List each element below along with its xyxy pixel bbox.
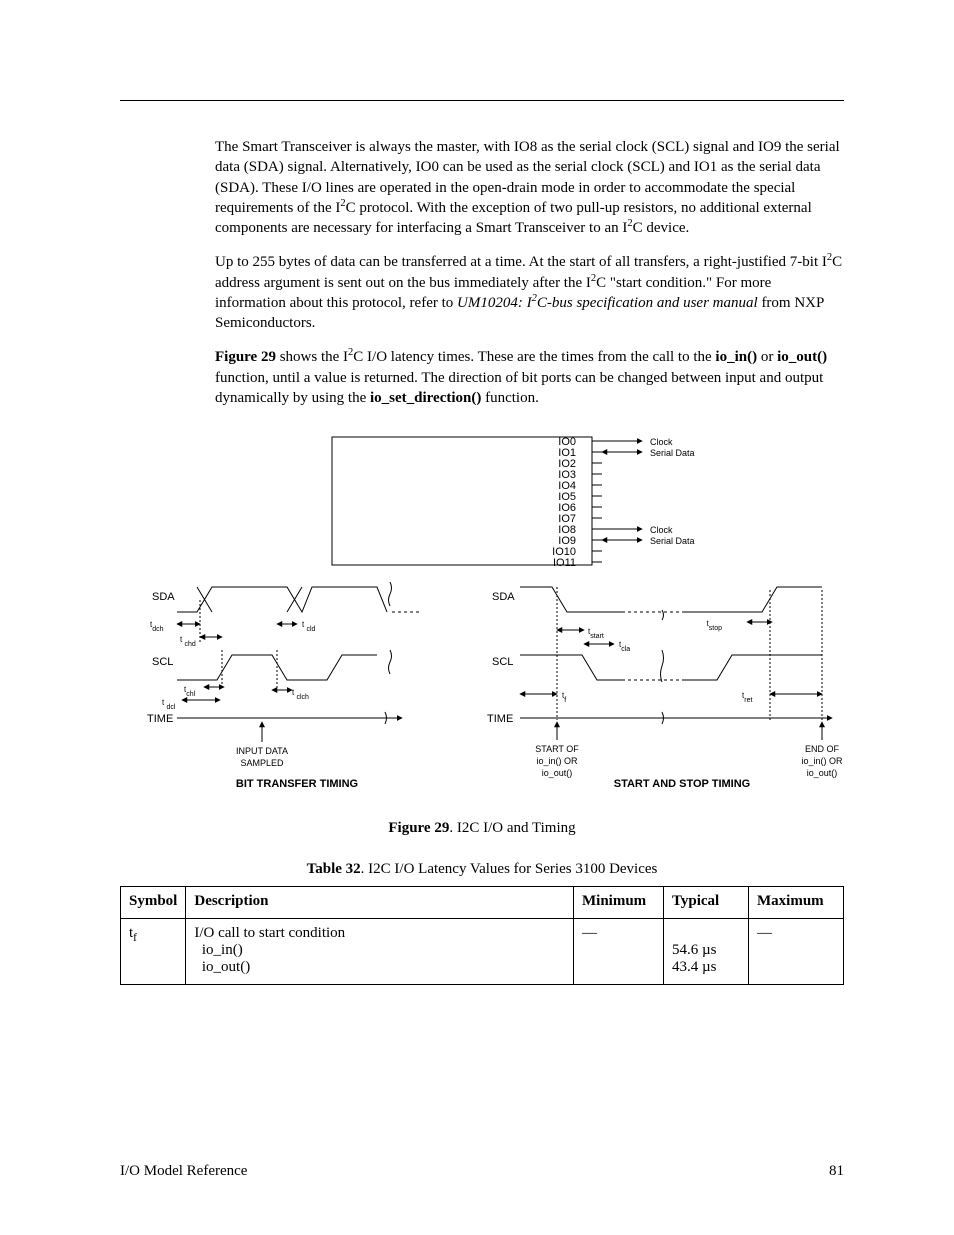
t-label: tstart: [588, 627, 604, 640]
table-label: Table 32: [307, 861, 361, 877]
bit-transfer-timing: SDA tdch t cld t chd SCL: [147, 582, 422, 790]
body-text-block: The Smart Transceiver is always the mast…: [215, 137, 844, 408]
th-description: Description: [186, 887, 574, 919]
t-label: t cld: [302, 620, 316, 633]
figure-text: . I2C I/O and Timing: [449, 820, 575, 836]
table-caption: Table 32. I2C I/O Latency Values for Ser…: [120, 861, 844, 878]
chip-block: IO0 IO1 IO2 IO3 IO4 IO5 IO6 IO7 IO8 IO9 …: [332, 436, 695, 569]
t-label: tf: [562, 691, 566, 704]
t-label: tdch: [150, 620, 164, 633]
symbol-sub: f: [133, 932, 137, 944]
sample-label: INPUT DATA: [236, 746, 288, 756]
code-ref: io_set_direction(): [370, 390, 481, 406]
td-description: I/O call to start condition io_in() io_o…: [186, 919, 574, 985]
scl-label: SCL: [492, 656, 513, 668]
paragraph-1: The Smart Transceiver is always the mast…: [215, 137, 844, 238]
start-label: START OF: [535, 744, 579, 754]
scl-label: SCL: [152, 656, 173, 668]
t-label: t clch: [292, 688, 309, 701]
io-label: IO11: [553, 557, 576, 569]
start-label: io_in() OR: [536, 756, 578, 766]
pin-label: Serial Data: [650, 448, 695, 458]
timing-diagram: IO0 IO1 IO2 IO3 IO4 IO5 IO6 IO7 IO8 IO9 …: [122, 432, 842, 792]
td-minimum: —: [574, 919, 664, 985]
footer-title: I/O Model Reference: [120, 1163, 247, 1180]
text: or: [757, 349, 777, 365]
latency-table: Symbol Description Minimum Typical Maxim…: [120, 886, 844, 985]
end-label: END OF: [805, 744, 840, 754]
text: Up to 255 bytes of data can be transferr…: [215, 254, 827, 270]
text: C device.: [633, 220, 690, 236]
page-footer: I/O Model Reference 81: [120, 1163, 844, 1180]
figure-29: IO0 IO1 IO2 IO3 IO4 IO5 IO6 IO7 IO8 IO9 …: [120, 432, 844, 792]
typ-line: 43.4 µs: [672, 959, 716, 975]
footer-page: 81: [829, 1163, 844, 1180]
table-row: tf I/O call to start condition io_in() i…: [121, 919, 844, 985]
text: C I/O latency times. These are the times…: [353, 349, 715, 365]
desc-line: io_in(): [202, 942, 243, 958]
pin-label: Serial Data: [650, 536, 695, 546]
code-ref: io_in(): [715, 349, 757, 365]
desc-line: io_out(): [202, 959, 250, 975]
th-symbol: Symbol: [121, 887, 186, 919]
t-label: tret: [742, 691, 752, 704]
time-label: TIME: [147, 713, 173, 725]
t-label: t chd: [180, 635, 196, 648]
time-label: TIME: [487, 713, 513, 725]
table-header-row: Symbol Description Minimum Typical Maxim…: [121, 887, 844, 919]
td-symbol: tf: [121, 919, 186, 985]
desc-line: I/O call to start condition: [194, 925, 345, 941]
sda-label: SDA: [492, 591, 515, 603]
end-label: io_in() OR: [801, 756, 842, 766]
th-minimum: Minimum: [574, 887, 664, 919]
t-label: tstop: [707, 619, 723, 632]
text-italic: UM10204: I: [457, 295, 532, 311]
subtitle: START AND STOP TIMING: [614, 778, 751, 790]
start-label: io_out(): [542, 768, 573, 778]
figure-caption: Figure 29. I2C I/O and Timing: [120, 820, 844, 837]
subtitle: BIT TRANSFER TIMING: [236, 778, 358, 790]
end-label: io_out(): [807, 768, 838, 778]
paragraph-3: Figure 29 shows the I2C I/O latency time…: [215, 347, 844, 408]
td-typical: 54.6 µs 43.4 µs: [664, 919, 749, 985]
paragraph-2: Up to 255 bytes of data can be transferr…: [215, 252, 844, 333]
sda-label: SDA: [152, 591, 175, 603]
table-text: . I2C I/O Latency Values for Series 3100…: [361, 861, 658, 877]
top-rule: [120, 100, 844, 101]
pin-label: Clock: [650, 525, 673, 535]
text: shows the I: [276, 349, 348, 365]
start-stop-timing: SDA tstart tstop tcla SCL: [487, 587, 842, 790]
sample-label: SAMPLED: [240, 758, 284, 768]
code-ref: io_out(): [777, 349, 827, 365]
text: function.: [481, 390, 539, 406]
t-label: tcla: [619, 640, 630, 653]
figure-label: Figure 29: [388, 820, 449, 836]
th-maximum: Maximum: [749, 887, 844, 919]
pin-label: Clock: [650, 437, 673, 447]
page: The Smart Transceiver is always the mast…: [0, 0, 954, 1235]
td-maximum: —: [749, 919, 844, 985]
typ-line: 54.6 µs: [672, 942, 716, 958]
t-label: t dcl: [162, 698, 176, 711]
t-label: tchl: [184, 685, 196, 698]
figure-ref: Figure 29: [215, 349, 276, 365]
text-italic: C-bus specification and user manual: [537, 295, 758, 311]
th-typical: Typical: [664, 887, 749, 919]
